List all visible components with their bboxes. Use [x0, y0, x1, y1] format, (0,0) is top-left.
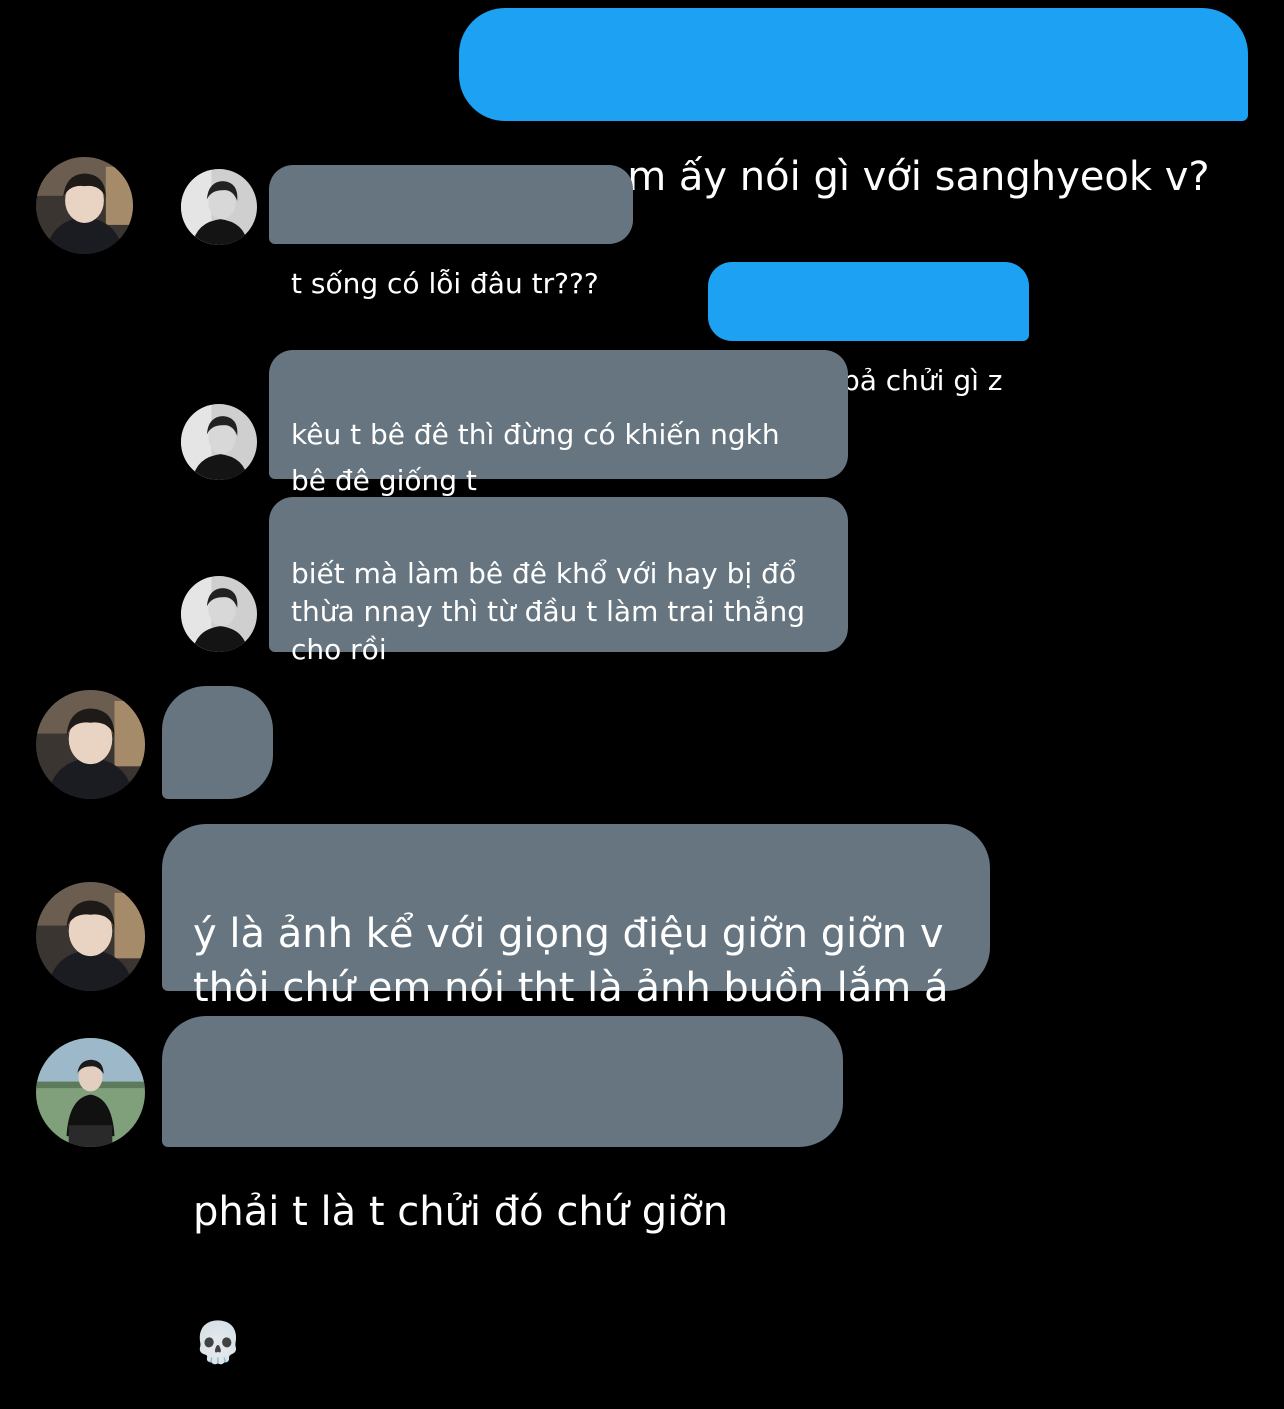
avatar-person-a-image [36, 882, 145, 991]
avatar-person-b-image [181, 576, 257, 652]
incoming-message-bubble[interactable]: phải t là t chửi đó chứ giỡn 💀 [162, 1016, 843, 1366]
avatar-person-a-image [36, 157, 133, 254]
avatar-person-a[interactable] [36, 882, 145, 991]
avatar-person-a-image [36, 690, 145, 799]
avatar-person-a[interactable] [36, 157, 133, 254]
avatar-person-a[interactable] [36, 690, 145, 799]
skull-emoji-icon: 💀 [193, 1320, 243, 1366]
avatar-person-b[interactable] [181, 404, 257, 480]
avatar-person-b[interactable] [181, 169, 257, 245]
message-text: phải t là t chửi đó chứ giỡn [193, 1189, 729, 1235]
message-text: biết mà làm bê đê khổ với hay bị đổ thừa… [291, 557, 805, 666]
incoming-message-bubble[interactable]: biết mà làm bê đê khổ với hay bị đổ thừa… [269, 497, 848, 666]
outgoing-message-bubble[interactable]: yuna em ấy nói gì với sanghyeok v? [459, 8, 1248, 200]
avatar-person-c[interactable] [36, 1038, 145, 1147]
incoming-message-bubble[interactable]: nè [162, 686, 273, 878]
incoming-message-bubble[interactable]: t sống có lỗi đâu tr??? [269, 165, 633, 300]
incoming-message-bubble[interactable]: kêu t bê đê thì đừng có khiến ngkh bê đê… [269, 350, 848, 543]
outgoing-message-bubble[interactable]: lần này bả chửi gì z [708, 262, 1029, 397]
incoming-message-bubble[interactable]: ý là ảnh kể với giọng điệu giỡn giỡn v t… [162, 824, 990, 1011]
message-text: t sống có lỗi đâu tr??? [291, 267, 599, 300]
message-text: ý là ảnh kể với giọng điệu giỡn giỡn v t… [193, 911, 949, 1011]
avatar-person-c-image [36, 1038, 145, 1147]
avatar-person-b-image [181, 169, 257, 245]
avatar-person-b[interactable] [181, 576, 257, 652]
avatar-person-b-image [181, 404, 257, 480]
message-text: kêu t bê đê thì đừng có khiến ngkh bê đê… [291, 418, 780, 497]
